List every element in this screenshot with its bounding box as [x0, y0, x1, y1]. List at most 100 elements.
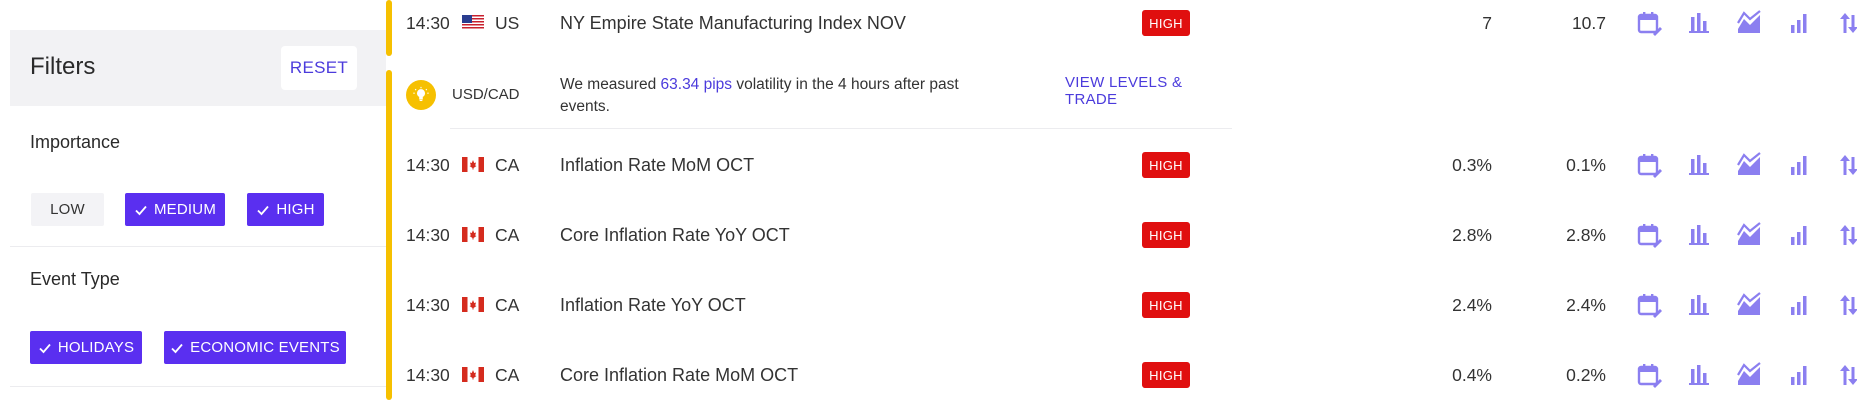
event-row[interactable]: 14:30 CA Core Inflation Rate MoM OCT HIG…	[392, 340, 1857, 400]
lightbulb-icon	[406, 80, 436, 110]
area-chart-icon[interactable]	[1724, 0, 1774, 58]
row-actions	[1624, 130, 1857, 200]
event-name[interactable]: Inflation Rate YoY OCT	[560, 270, 746, 340]
event-actual: 2.8%	[1452, 224, 1492, 245]
event-name[interactable]: Core Inflation Rate YoY OCT	[560, 200, 790, 270]
event-name[interactable]: NY Empire State Manufacturing Index NOV	[560, 0, 906, 58]
calendar-edit-icon[interactable]	[1624, 0, 1674, 58]
bar-chart-icon[interactable]	[1674, 0, 1724, 58]
bar-chart-icon[interactable]	[1674, 130, 1724, 200]
currency-pair: USD/CAD	[452, 86, 520, 103]
event-currency: CA	[495, 154, 520, 175]
sort-arrows-icon[interactable]	[1824, 200, 1857, 270]
chip-label: ECONOMIC EVENTS	[190, 339, 340, 356]
calendar-edit-icon[interactable]	[1624, 340, 1674, 400]
importance-section: Importance LOW MEDIUM HIGH	[10, 106, 386, 247]
event-forecast: 0.2%	[1566, 364, 1606, 385]
importance-badge: HIGH	[1142, 222, 1190, 248]
check-icon	[39, 343, 51, 353]
view-levels-trade-link[interactable]: VIEW LEVELS & TRADE	[1065, 74, 1232, 108]
importance-badge: HIGH	[1142, 10, 1190, 36]
chip-label: HIGH	[276, 201, 315, 218]
event-actual: 0.3%	[1452, 154, 1492, 175]
ca-flag-icon	[462, 227, 484, 242]
divider	[450, 128, 1232, 129]
event-forecast: 2.8%	[1566, 224, 1606, 245]
event-row[interactable]: 14:30 US NY Empire State Manufacturing I…	[392, 0, 1857, 58]
event-forecast: 10.7	[1571, 12, 1606, 33]
event-actual: 0.4%	[1452, 364, 1492, 385]
filters-title: Filters	[30, 53, 96, 80]
reset-button[interactable]: RESET	[281, 46, 357, 90]
event-row[interactable]: 14:30 CA Inflation Rate MoM OCT HIGH 0.3…	[392, 130, 1857, 200]
filters-sidebar: Filters RESET Importance LOW MEDIUM HIGH…	[0, 0, 386, 400]
importance-high-chip[interactable]: HIGH	[247, 193, 324, 226]
area-chart-icon[interactable]	[1724, 200, 1774, 270]
signal-bars-icon[interactable]	[1774, 130, 1824, 200]
sort-arrows-icon[interactable]	[1824, 0, 1857, 58]
importance-badge: HIGH	[1142, 362, 1190, 388]
event-name[interactable]: Inflation Rate MoM OCT	[560, 130, 754, 200]
event-row[interactable]: 14:30 CA Core Inflation Rate YoY OCT HIG…	[392, 200, 1857, 270]
event-time: 14:30	[406, 364, 450, 385]
signal-bars-icon[interactable]	[1774, 270, 1824, 340]
importance-low-chip[interactable]: LOW	[31, 193, 104, 226]
insight-text: We measured 63.34 pips volatility in the…	[560, 74, 980, 118]
calendar-edit-icon[interactable]	[1624, 270, 1674, 340]
event-currency: CA	[495, 224, 520, 245]
row-actions	[1624, 200, 1857, 270]
calendar-edit-icon[interactable]	[1624, 200, 1674, 270]
insight-text-before: We measured	[560, 76, 657, 93]
sort-arrows-icon[interactable]	[1824, 270, 1857, 340]
event-type-holidays-chip[interactable]: HOLIDAYS	[30, 331, 142, 364]
importance-title: Importance	[30, 132, 121, 152]
filters-header: Filters RESET	[10, 30, 386, 106]
event-type-section: Event Type HOLIDAYS ECONOMIC EVENTS	[10, 247, 386, 387]
ca-flag-icon	[462, 157, 484, 172]
insight-pips: 63.34 pips	[660, 76, 733, 93]
calendar-edit-icon[interactable]	[1624, 130, 1674, 200]
bar-chart-icon[interactable]	[1674, 200, 1724, 270]
chip-label: LOW	[50, 201, 85, 218]
event-type-economic-events-chip[interactable]: ECONOMIC EVENTS	[164, 331, 346, 364]
sort-arrows-icon[interactable]	[1824, 340, 1857, 400]
event-time: 14:30	[406, 154, 450, 175]
signal-bars-icon[interactable]	[1774, 0, 1824, 58]
event-forecast: 0.1%	[1566, 154, 1606, 175]
event-actual: 2.4%	[1452, 294, 1492, 315]
bar-chart-icon[interactable]	[1674, 340, 1724, 400]
row-actions	[1624, 0, 1857, 58]
us-flag-icon	[462, 15, 484, 30]
importance-badge: HIGH	[1142, 292, 1190, 318]
event-currency: CA	[495, 294, 520, 315]
event-name[interactable]: Core Inflation Rate MoM OCT	[560, 340, 798, 400]
area-chart-icon[interactable]	[1724, 270, 1774, 340]
check-icon	[257, 205, 270, 215]
event-time: 14:30	[406, 294, 450, 315]
row-actions	[1624, 270, 1857, 340]
event-time: 14:30	[406, 224, 450, 245]
importance-medium-chip[interactable]: MEDIUM	[125, 193, 225, 226]
volatility-insight: USD/CAD We measured 63.34 pips volatilit…	[392, 70, 1232, 132]
sort-arrows-icon[interactable]	[1824, 130, 1857, 200]
check-icon	[171, 343, 183, 353]
signal-bars-icon[interactable]	[1774, 200, 1824, 270]
importance-badge: HIGH	[1142, 152, 1190, 178]
event-actual: 7	[1482, 12, 1492, 33]
chip-label: MEDIUM	[153, 201, 217, 218]
bar-chart-icon[interactable]	[1674, 270, 1724, 340]
area-chart-icon[interactable]	[1724, 340, 1774, 400]
event-forecast: 2.4%	[1566, 294, 1606, 315]
signal-bars-icon[interactable]	[1774, 340, 1824, 400]
ca-flag-icon	[462, 297, 484, 312]
row-actions	[1624, 340, 1857, 400]
area-chart-icon[interactable]	[1724, 130, 1774, 200]
chip-label: HOLIDAYS	[57, 339, 135, 356]
event-currency: CA	[495, 364, 520, 385]
event-row[interactable]: 14:30 CA Inflation Rate YoY OCT HIGH 2.4…	[392, 270, 1857, 340]
event-type-title: Event Type	[30, 269, 120, 289]
check-icon	[135, 205, 147, 215]
event-time: 14:30	[406, 12, 450, 33]
ca-flag-icon	[462, 367, 484, 382]
event-currency: US	[495, 12, 520, 33]
